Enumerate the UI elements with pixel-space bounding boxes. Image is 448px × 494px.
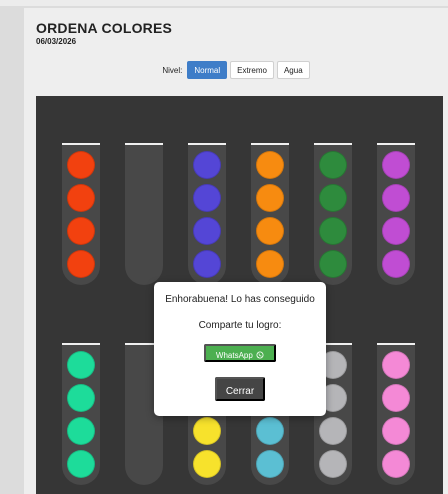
ball-green [319, 217, 347, 245]
ball-pink [382, 417, 410, 445]
ball-red [67, 250, 95, 278]
game-panel: ORDENA COLORES 06/03/2026 Nivel: Normal … [24, 8, 448, 494]
ball-red [67, 184, 95, 212]
ball-orange [256, 250, 284, 278]
ball-yellow [193, 450, 221, 478]
date-label: 06/03/2026 [36, 37, 77, 46]
tube-r1-2[interactable] [125, 143, 163, 285]
ball-cyan [256, 417, 284, 445]
whatsapp-icon [256, 351, 264, 359]
ball-cyan [256, 450, 284, 478]
ball-orange [256, 184, 284, 212]
tube-r1-5[interactable] [314, 143, 352, 285]
share-label: Comparte tu logro: [198, 320, 282, 331]
ball-red [67, 217, 95, 245]
ball-pink [382, 351, 410, 379]
ball-orange [256, 217, 284, 245]
whatsapp-label: WhatsApp [215, 351, 253, 360]
tube-r1-4[interactable] [251, 143, 289, 285]
ball-teal [67, 417, 95, 445]
page-title: ORDENA COLORES [36, 20, 173, 36]
tube-r2-6[interactable] [377, 343, 415, 485]
whatsapp-share-button[interactable]: WhatsApp [204, 344, 276, 362]
ball-teal [67, 450, 95, 478]
success-message: Enhorabuena! Lo has conseguido [165, 294, 315, 305]
ball-purple [382, 217, 410, 245]
ball-pink [382, 384, 410, 412]
ball-pink [382, 450, 410, 478]
ball-green [319, 151, 347, 179]
level-normal-button[interactable]: Normal [187, 61, 228, 79]
ball-orange [256, 151, 284, 179]
top-strip [0, 0, 448, 6]
success-modal: Enhorabuena! Lo has conseguido Comparte … [154, 282, 326, 416]
ball-green [319, 250, 347, 278]
ball-yellow [193, 417, 221, 445]
ball-gray [319, 450, 347, 478]
level-selector: Nivel: Normal Extremo Agua [24, 60, 448, 80]
tube-r1-6[interactable] [377, 143, 415, 285]
ball-purple [382, 184, 410, 212]
level-extremo-button[interactable]: Extremo [230, 61, 274, 79]
ball-teal [67, 351, 95, 379]
level-agua-button[interactable]: Agua [276, 61, 310, 79]
level-label: Nivel: [162, 65, 183, 75]
ball-red [67, 151, 95, 179]
ball-purple [382, 151, 410, 179]
ball-purple [382, 250, 410, 278]
ball-blue [193, 250, 221, 278]
ball-green [319, 184, 347, 212]
tube-r1-1[interactable] [62, 143, 100, 285]
ball-blue [193, 217, 221, 245]
close-button[interactable]: Cerrar [215, 377, 265, 401]
ball-gray [319, 417, 347, 445]
ball-blue [193, 151, 221, 179]
ball-blue [193, 184, 221, 212]
ball-teal [67, 384, 95, 412]
left-gutter [0, 6, 24, 494]
tube-r2-1[interactable] [62, 343, 100, 485]
tube-r1-3[interactable] [188, 143, 226, 285]
